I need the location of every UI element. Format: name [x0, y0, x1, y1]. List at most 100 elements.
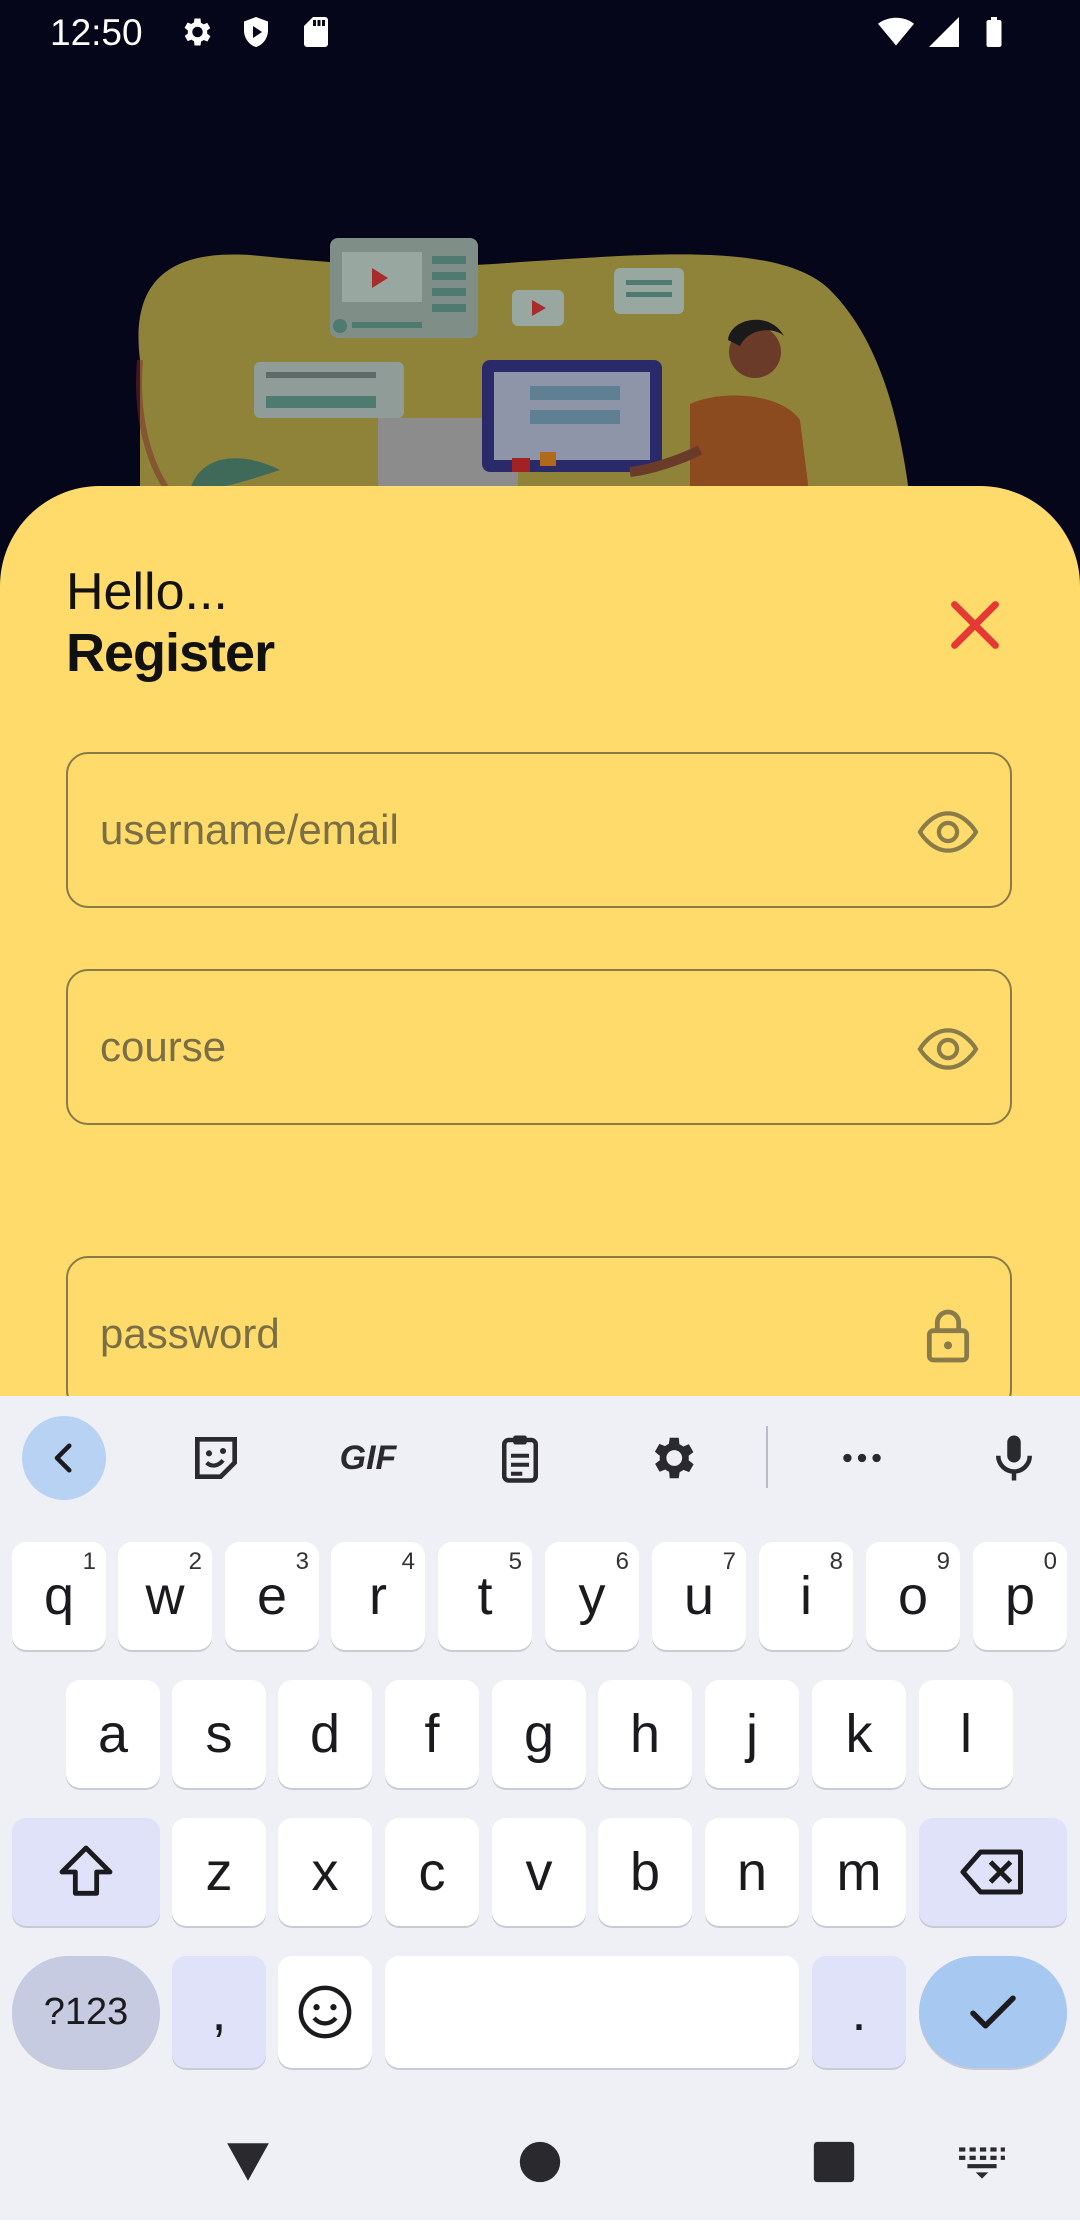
- nav-keyboard-button[interactable]: [952, 2132, 1012, 2192]
- key-hint: 0: [1043, 1548, 1057, 1575]
- comma-key[interactable]: ,: [172, 1956, 266, 2068]
- key-label: p: [1004, 1566, 1036, 1626]
- key-label: g: [523, 1704, 555, 1764]
- key-n[interactable]: n: [705, 1818, 799, 1926]
- key-p[interactable]: p0: [973, 1542, 1067, 1650]
- key-hint: 5: [508, 1548, 522, 1575]
- key-m[interactable]: m: [812, 1818, 906, 1926]
- keyboard-back-button[interactable]: [22, 1416, 106, 1500]
- key-label: r: [369, 1566, 387, 1626]
- key-w[interactable]: w2: [118, 1542, 212, 1650]
- gif-button[interactable]: GIF: [326, 1416, 410, 1500]
- space-key[interactable]: [385, 1956, 799, 2068]
- microphone-icon: [996, 1435, 1032, 1481]
- sd-card-icon: [304, 17, 328, 47]
- microphone-button[interactable]: [972, 1416, 1056, 1500]
- username-email-field[interactable]: username/email: [66, 752, 1012, 908]
- key-o[interactable]: o9: [866, 1542, 960, 1650]
- key-label: e: [256, 1566, 288, 1626]
- key-hint: 1: [82, 1548, 96, 1575]
- key-r[interactable]: r4: [331, 1542, 425, 1650]
- key-label: y: [578, 1566, 606, 1626]
- comma-label: ,: [211, 1982, 227, 2042]
- nav-recents-button[interactable]: [804, 2132, 864, 2192]
- key-j[interactable]: j: [705, 1680, 799, 1788]
- key-b[interactable]: b: [598, 1818, 692, 1926]
- emoji-icon: [298, 1985, 352, 2039]
- key-g[interactable]: g: [492, 1680, 586, 1788]
- key-c[interactable]: c: [385, 1818, 479, 1926]
- toolbar-divider: [766, 1426, 768, 1488]
- keyboard-settings-button[interactable]: [630, 1416, 714, 1500]
- key-label: m: [836, 1842, 882, 1902]
- key-label: n: [736, 1842, 768, 1902]
- sticker-button[interactable]: [174, 1416, 258, 1500]
- key-d[interactable]: d: [278, 1680, 372, 1788]
- sticker-icon: [195, 1437, 237, 1479]
- symbols-key[interactable]: ?123: [12, 1956, 160, 2068]
- key-q[interactable]: q1: [12, 1542, 106, 1650]
- key-label: x: [311, 1842, 339, 1902]
- more-button[interactable]: [820, 1416, 904, 1500]
- register-sheet: Hello... Register username/email course …: [0, 486, 1080, 1396]
- clipboard-icon: [502, 1435, 538, 1483]
- eye-icon[interactable]: [916, 800, 980, 864]
- back-triangle-icon: [227, 2143, 269, 2181]
- key-hint: 6: [615, 1548, 629, 1575]
- key-label: l: [960, 1704, 972, 1764]
- gif-icon: GIF: [339, 1438, 397, 1477]
- status-bar: 12:50: [0, 0, 1080, 64]
- key-hint: 7: [722, 1548, 736, 1575]
- form-title: Register: [66, 623, 275, 683]
- key-label: z: [205, 1842, 233, 1902]
- key-s[interactable]: s: [172, 1680, 266, 1788]
- clipboard-button[interactable]: [478, 1416, 562, 1500]
- wifi-icon: [878, 17, 914, 46]
- key-label: u: [683, 1566, 715, 1626]
- key-label: c: [418, 1842, 446, 1902]
- home-circle-icon: [519, 2141, 561, 2183]
- key-label: o: [897, 1566, 929, 1626]
- key-label: h: [629, 1704, 661, 1764]
- nav-back-button[interactable]: [218, 2132, 278, 2192]
- key-hint: 8: [829, 1548, 843, 1575]
- key-u[interactable]: u7: [652, 1542, 746, 1650]
- nav-home-button[interactable]: [510, 2132, 570, 2192]
- key-label: j: [746, 1704, 758, 1764]
- key-v[interactable]: v: [492, 1818, 586, 1926]
- enter-key[interactable]: [919, 1956, 1067, 2068]
- gear-icon: [654, 1437, 694, 1479]
- username-email-placeholder: username/email: [100, 806, 399, 853]
- key-hint: 9: [936, 1548, 950, 1575]
- key-t[interactable]: t5: [438, 1542, 532, 1650]
- key-k[interactable]: k: [812, 1680, 906, 1788]
- back-arrow-icon: [54, 1443, 72, 1473]
- eye-icon[interactable]: [916, 1017, 980, 1081]
- key-i[interactable]: i8: [759, 1542, 853, 1650]
- emoji-key[interactable]: [278, 1956, 372, 2068]
- key-label: q: [43, 1566, 75, 1626]
- key-e[interactable]: e3: [225, 1542, 319, 1650]
- close-icon[interactable]: [940, 590, 1010, 660]
- symbols-label: ?123: [43, 1990, 129, 2033]
- key-label: i: [800, 1566, 812, 1626]
- key-hint: 2: [188, 1548, 202, 1575]
- backspace-icon: [960, 1849, 1023, 1895]
- key-x[interactable]: x: [278, 1818, 372, 1926]
- key-label: w: [145, 1566, 185, 1626]
- backspace-key[interactable]: [919, 1818, 1067, 1926]
- course-placeholder: course: [100, 1023, 227, 1070]
- password-field[interactable]: password: [66, 1256, 1012, 1396]
- key-z[interactable]: z: [172, 1818, 266, 1926]
- key-hint: 4: [401, 1548, 415, 1575]
- shift-key[interactable]: [12, 1818, 160, 1926]
- key-a[interactable]: a: [66, 1680, 160, 1788]
- course-field[interactable]: course: [66, 969, 1012, 1125]
- key-l[interactable]: l: [919, 1680, 1013, 1788]
- period-key[interactable]: .: [812, 1956, 906, 2068]
- key-label: a: [97, 1704, 129, 1764]
- keyboard-switch-icon: [959, 2147, 1005, 2179]
- key-y[interactable]: y6: [545, 1542, 639, 1650]
- key-h[interactable]: h: [598, 1680, 692, 1788]
- key-f[interactable]: f: [385, 1680, 479, 1788]
